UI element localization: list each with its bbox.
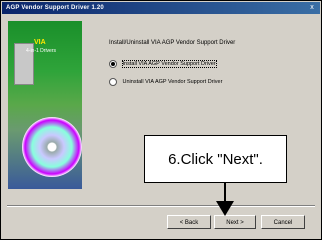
next-button[interactable]: Next >: [214, 215, 256, 229]
install-option-label[interactable]: Install VIA AGP Vendor Support Driver: [121, 60, 217, 68]
uninstall-option-label[interactable]: Uninstall VIA AGP Vendor Support Driver: [123, 79, 223, 85]
install-option[interactable]: Install VIA AGP Vendor Support Driver: [109, 60, 217, 68]
banner-brand: VIA: [34, 39, 46, 46]
button-separator: [7, 205, 315, 207]
close-icon[interactable]: x: [307, 3, 317, 13]
instruction-text: Install/Uninstall VIA AGP Vendor Support…: [109, 40, 236, 46]
banner-subtitle: 4-in-1 Drivers: [26, 48, 57, 54]
install-radio[interactable]: [109, 60, 117, 68]
installer-window: AGP Vendor Support Driver 1.20 x VIA 4-i…: [0, 0, 322, 240]
side-banner-image: VIA 4-in-1 Drivers: [8, 21, 82, 189]
cd-disc-graphic: [22, 117, 82, 177]
uninstall-radio[interactable]: [109, 78, 117, 86]
uninstall-option[interactable]: Uninstall VIA AGP Vendor Support Driver: [109, 78, 222, 86]
cancel-button[interactable]: Cancel: [261, 215, 305, 229]
back-button[interactable]: < Back: [167, 215, 211, 229]
window-title: AGP Vendor Support Driver 1.20: [6, 5, 104, 11]
title-bar[interactable]: AGP Vendor Support Driver 1.20 x: [2, 2, 320, 14]
pointer-arrow-icon: [216, 183, 234, 216]
instruction-callout: 6.Click "Next".: [144, 135, 287, 183]
callout-text: 6.Click "Next".: [168, 151, 263, 168]
